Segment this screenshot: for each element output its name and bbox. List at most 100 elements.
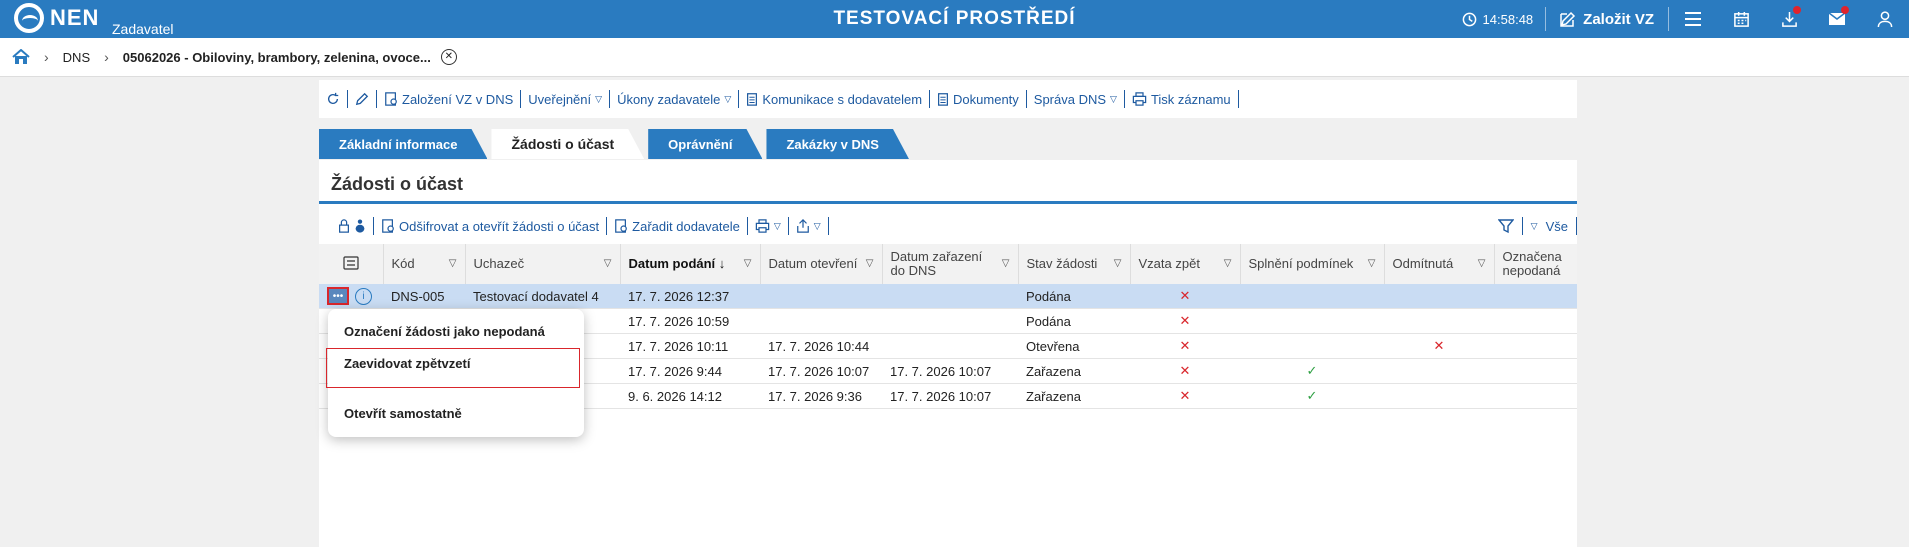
- session-clock: 14:58:48: [1450, 12, 1546, 27]
- tab-dns-contracts[interactable]: Zakázky v DNS: [766, 129, 909, 159]
- column-header-code[interactable]: Kód ▽: [383, 244, 466, 284]
- column-header-opened[interactable]: Datum otevření ▽: [760, 244, 883, 284]
- column-label: Odmítnutá: [1392, 256, 1454, 271]
- contracting-actions-menu[interactable]: Úkony zadavatele ▽: [610, 92, 738, 107]
- cell-included: [882, 333, 1018, 359]
- grid-filter-controls: ▽ Vše: [1497, 217, 1577, 235]
- export-menu[interactable]: ▽: [789, 219, 828, 233]
- cell-marked: [1494, 308, 1577, 334]
- create-vz-button[interactable]: Založit VZ: [1546, 11, 1668, 28]
- cell-submitted: 17. 7. 2026 10:59: [620, 308, 760, 334]
- supplier-communication-label: Komunikace s dodavatelem: [762, 91, 923, 107]
- user-icon: [1877, 10, 1893, 27]
- document-gear-icon: [385, 92, 397, 106]
- cell-submitted: 17. 7. 2026 9:44: [620, 358, 760, 384]
- table-header-row: Kód ▽ Uchazeč ▽ Datum podání ↓ ▽ Datum otev…: [319, 244, 1577, 284]
- column-header-submitted[interactable]: Datum podání ↓ ▽: [620, 244, 761, 284]
- print-menu[interactable]: ▽: [748, 219, 788, 233]
- supplier-communication-button[interactable]: Komunikace s dodavatelem: [739, 92, 929, 107]
- chevron-right-icon: ›: [44, 49, 49, 65]
- calendar-button[interactable]: [1717, 0, 1765, 38]
- filter-caret-icon[interactable]: ▽: [1224, 257, 1232, 271]
- cell-conditions: [1240, 284, 1384, 309]
- column-header-included[interactable]: Datum zařazení do DNS ▽: [882, 244, 1019, 284]
- cell-marked: [1494, 333, 1577, 359]
- documents-button[interactable]: Dokumenty: [930, 92, 1026, 107]
- menu-item-register-withdrawal[interactable]: Zaevidovat zpětvzetí: [344, 356, 470, 371]
- filter-all-label[interactable]: Vše: [1546, 219, 1568, 234]
- mail-button[interactable]: [1813, 0, 1861, 38]
- divider: [1521, 217, 1523, 235]
- info-icon[interactable]: i: [355, 287, 372, 305]
- dns-management-label: Správa DNS: [1033, 91, 1107, 107]
- home-icon[interactable]: [12, 49, 30, 65]
- menu-item-open-separately[interactable]: Otevřít samostatně: [344, 406, 462, 421]
- filter-caret-icon[interactable]: ▽: [866, 257, 874, 271]
- cell-opened: 17. 7. 2026 10:44: [760, 333, 882, 359]
- divider: [1237, 90, 1239, 108]
- cell-state: Zařazena: [1018, 358, 1130, 384]
- refresh-button[interactable]: [319, 92, 347, 106]
- contracting-actions-label: Úkony zadavatele: [617, 91, 721, 107]
- divider: [827, 217, 829, 235]
- column-label: Datum podání: [628, 256, 716, 271]
- download-button[interactable]: [1765, 0, 1813, 38]
- column-header-conditions[interactable]: Splnění podmínek ▽: [1240, 244, 1385, 284]
- column-header-rejected[interactable]: Odmítnutá ▽: [1384, 244, 1495, 284]
- tab-permissions[interactable]: Oprávnění: [648, 129, 762, 159]
- menu-item-mark-not-submitted[interactable]: Označení žádosti jako nepodaná: [344, 324, 545, 339]
- clock-icon: [1462, 12, 1476, 26]
- top-bar: NEN Zadavatel TESTOVACÍ PROSTŘEDÍ 14:58:…: [0, 0, 1909, 38]
- close-icon[interactable]: ✕: [440, 49, 457, 65]
- top-right-controls: 14:58:48 Založit VZ: [1450, 0, 1909, 38]
- column-header-bidder[interactable]: Uchazeč ▽: [465, 244, 621, 284]
- publication-menu[interactable]: Uveřejnění ▽: [521, 92, 609, 107]
- filter-caret-icon[interactable]: ▽: [604, 257, 612, 271]
- breadcrumb-dns[interactable]: DNS: [63, 50, 90, 65]
- filter-caret-icon[interactable]: ▽: [1114, 257, 1122, 271]
- row-actions-cell: ••• i: [319, 284, 383, 309]
- tab-bar: Základní informace Žádosti o účast Opráv…: [319, 129, 913, 159]
- row-menu-button[interactable]: •••: [327, 287, 349, 305]
- filter-caret-icon[interactable]: ▽: [744, 257, 752, 271]
- edit-button[interactable]: [348, 92, 376, 106]
- column-label: Kód: [391, 256, 415, 271]
- conditions-check-icon: ✓: [1240, 358, 1384, 384]
- caret-down-icon: ▽: [813, 220, 821, 231]
- document-gear-icon: [615, 219, 628, 233]
- assign-supplier-button[interactable]: Zařadit dodavatele: [607, 219, 747, 234]
- cell-state: Podána: [1018, 308, 1130, 334]
- column-label: Označena nepodaná: [1502, 250, 1562, 278]
- breadcrumb-current: 05062026 - Obiloviny, brambory, zelenina…: [122, 49, 431, 65]
- create-vz-dns-label: Založení VZ v DNS: [402, 91, 514, 107]
- print-record-button[interactable]: Tisk záznamu: [1125, 92, 1238, 107]
- caret-down-icon[interactable]: ▽: [1531, 221, 1538, 232]
- column-label: Stav žádosti: [1026, 256, 1098, 271]
- menu-button[interactable]: [1669, 0, 1717, 38]
- withdrawn-x-icon: ✕: [1130, 383, 1240, 409]
- cell-rejected: [1384, 358, 1494, 384]
- withdrawn-x-icon: ✕: [1130, 308, 1240, 334]
- tab-basic-info[interactable]: Základní informace: [319, 129, 487, 159]
- document-gear-icon: [382, 219, 394, 233]
- create-vz-dns-button[interactable]: Založení VZ v DNS: [377, 92, 520, 107]
- filter-caret-icon[interactable]: ▽: [449, 257, 457, 271]
- cell-submitted: 9. 6. 2026 14:12: [620, 383, 760, 409]
- column-settings-header[interactable]: [319, 244, 384, 284]
- sort-down-icon: ↓: [718, 256, 726, 271]
- filter-icon[interactable]: [1497, 218, 1514, 234]
- tab-participation-requests[interactable]: Žádosti o účast: [491, 129, 644, 159]
- cell-marked: [1494, 358, 1577, 384]
- cell-submitted: 17. 7. 2026 12:37: [620, 284, 760, 309]
- filter-caret-icon[interactable]: ▽: [1002, 257, 1010, 271]
- dns-management-menu[interactable]: Správa DNS ▽: [1027, 92, 1124, 107]
- column-header-state[interactable]: Stav žádosti ▽: [1018, 244, 1131, 284]
- user-button[interactable]: [1861, 0, 1909, 38]
- lock-button[interactable]: [331, 219, 373, 233]
- table-row[interactable]: ••• i DNS-005 Testovací dodavatel 4 17. 7…: [319, 284, 1577, 309]
- filter-caret-icon[interactable]: ▽: [1478, 257, 1486, 271]
- column-header-withdrawn[interactable]: Vzata zpět ▽: [1130, 244, 1241, 284]
- filter-caret-icon[interactable]: ▽: [1368, 257, 1376, 271]
- decrypt-open-button[interactable]: Odšifrovat a otevřít žádosti o účast: [374, 219, 606, 234]
- column-header-marked-not-submitted[interactable]: Označena nepodaná: [1494, 244, 1577, 284]
